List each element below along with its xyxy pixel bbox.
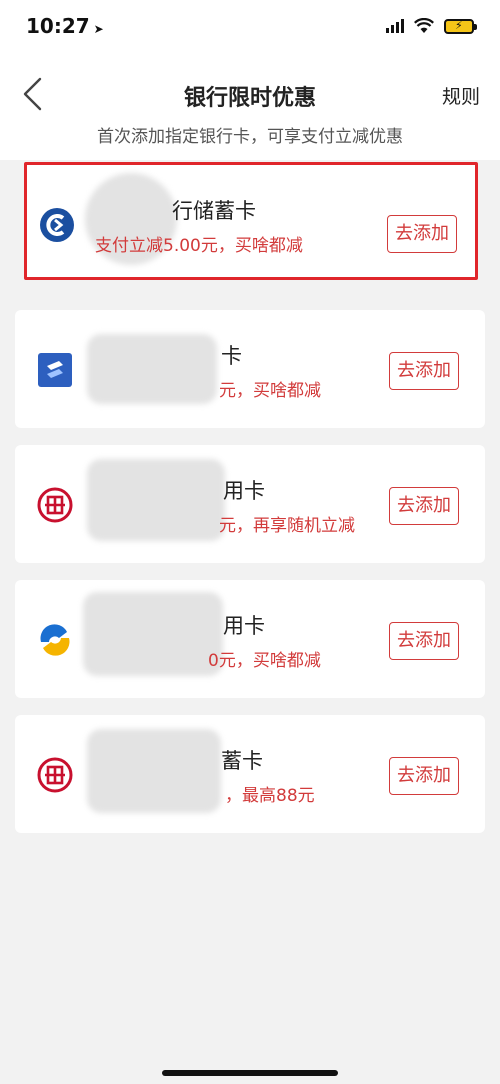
bank-card-item[interactable]: 用卡 0元，买啥都减 去添加 (15, 580, 485, 698)
privacy-blur (83, 592, 223, 676)
subtitle-text: 首次添加指定银行卡，可享支付立减优惠 (0, 118, 500, 160)
add-card-button[interactable]: 去添加 (389, 757, 459, 795)
card-title: 用卡 (223, 479, 265, 503)
card-desc: 元，再享随机立减 (219, 516, 355, 536)
time-text: 10:27 (26, 14, 90, 38)
card-title: 蓄卡 (221, 749, 263, 773)
bank-logo-blue-yellow-icon (40, 624, 70, 656)
signal-icon (386, 19, 404, 33)
status-bar: 10:27 ➤ ⚡ (0, 0, 500, 60)
bank-card-item[interactable]: 用卡 元，再享随机立减 去添加 (15, 445, 485, 563)
add-card-button[interactable]: 去添加 (389, 352, 459, 390)
card-title: 用卡 (223, 614, 265, 638)
privacy-blur (87, 334, 217, 404)
privacy-blur (87, 729, 221, 813)
card-desc: ，最高88元 (225, 786, 315, 806)
bank-card-item[interactable]: 行储蓄卡 支付立减5.00元，买啥都减 去添加 (24, 162, 478, 280)
battery-icon: ⚡ (444, 18, 477, 34)
bank-card-item[interactable]: 蓄卡 ，最高88元 去添加 (15, 715, 485, 833)
add-card-button[interactable]: 去添加 (389, 487, 459, 525)
home-indicator[interactable] (162, 1070, 338, 1076)
location-arrow-icon: ➤ (93, 22, 104, 36)
bank-logo-red-seal-icon (37, 757, 73, 793)
rules-link[interactable]: 规则 (442, 82, 480, 109)
bank-card-item[interactable]: 卡 元，买啥都减 去添加 (15, 310, 485, 428)
status-indicators: ⚡ (386, 18, 477, 34)
bank-logo-red-seal-icon (37, 487, 73, 523)
bank-logo-blue-square-icon (38, 353, 72, 387)
card-desc: 支付立减5.00元，买啥都减 (95, 236, 303, 256)
privacy-blur (87, 459, 225, 541)
card-desc: 0元，买啥都减 (208, 651, 321, 671)
card-desc: 元，买啥都减 (219, 381, 321, 401)
page-title: 银行限时优惠 (183, 86, 316, 111)
bank-logo-blue-c-icon (40, 208, 74, 242)
add-card-button[interactable]: 去添加 (387, 215, 457, 253)
wifi-icon (414, 18, 434, 33)
add-card-button[interactable]: 去添加 (389, 622, 459, 660)
card-title: 卡 (221, 344, 242, 368)
card-title: 行储蓄卡 (172, 199, 256, 223)
status-time: 10:27 ➤ (26, 14, 104, 38)
